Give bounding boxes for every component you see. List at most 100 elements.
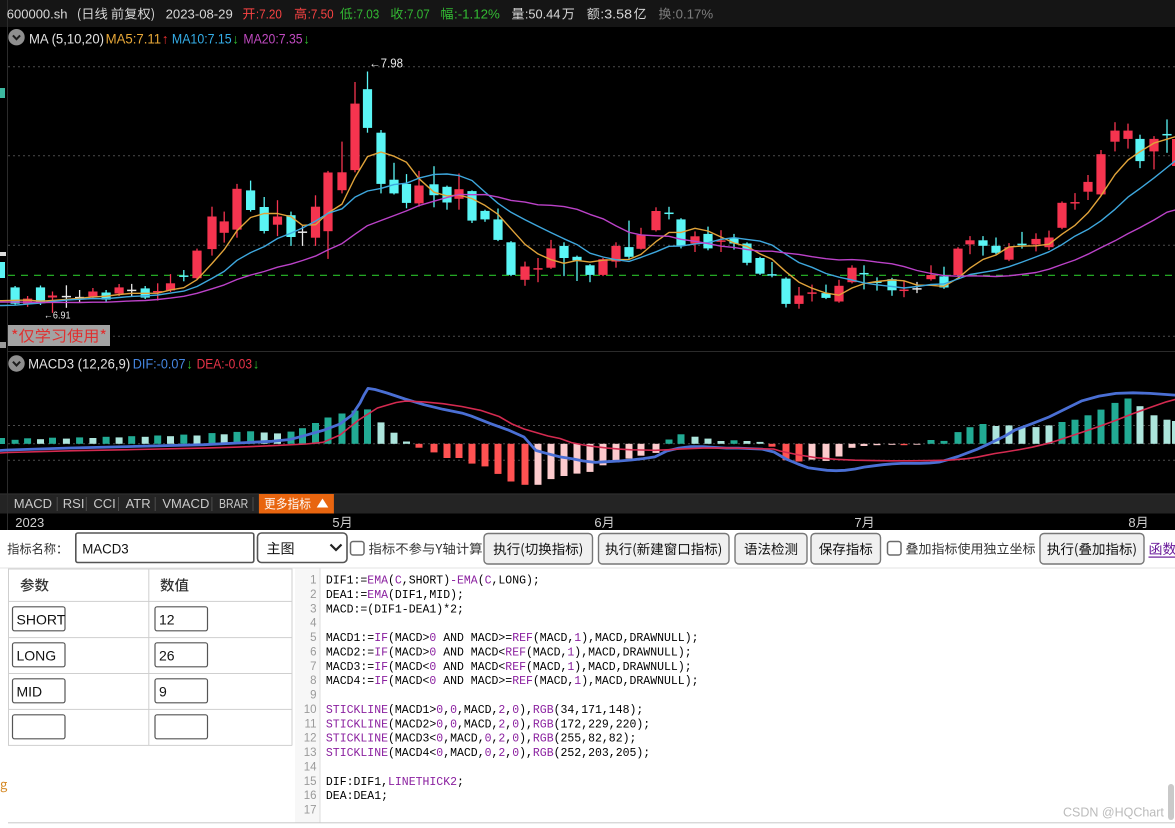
svg-text:AND MACD>=: AND MACD>=: [436, 675, 512, 688]
svg-text:MACD: MACD: [14, 496, 52, 511]
svg-text:14: 14: [304, 761, 317, 773]
svg-text:(252,203,205);: (252,203,205);: [554, 747, 651, 760]
svg-text:IF: IF: [374, 675, 388, 688]
svg-text:,: ,: [505, 718, 512, 731]
svg-text:12: 12: [304, 733, 317, 745]
svg-text:),: ),: [519, 718, 533, 731]
svg-text:9: 9: [159, 683, 167, 699]
svg-text:MACD1:=: MACD1:=: [326, 632, 374, 645]
svg-text:,: ,: [492, 747, 499, 760]
svg-text:13: 13: [304, 747, 317, 759]
svg-text:8: 8: [310, 675, 316, 687]
svg-text::7.20: :7.20: [256, 7, 282, 22]
svg-text:12: 12: [159, 611, 175, 627]
svg-text:2023-08-29: 2023-08-29: [166, 7, 233, 22]
svg-text:↓: ↓: [303, 32, 310, 47]
svg-text:,: ,: [505, 704, 512, 717]
svg-text::50.44: :50.44: [525, 7, 561, 22]
svg-text:(MACD1>: (MACD1>: [388, 704, 436, 717]
svg-text:IF: IF: [374, 632, 388, 645]
svg-text:LONG: LONG: [17, 647, 57, 663]
svg-text:(MACD<: (MACD<: [388, 675, 430, 688]
svg-text:DIF:DIF1,: DIF:DIF1,: [326, 776, 388, 789]
svg-text:REF: REF: [512, 675, 533, 688]
svg-text:MA (5,10,20): MA (5,10,20): [29, 32, 104, 47]
svg-text:6: 6: [310, 646, 316, 658]
svg-text:RGB: RGB: [533, 718, 554, 731]
svg-text:(: (: [388, 575, 395, 588]
svg-text:MACD2:=: MACD2:=: [326, 646, 374, 659]
svg-text:(MACD<: (MACD<: [388, 661, 430, 674]
svg-text:4: 4: [310, 618, 317, 630]
svg-text:MID: MID: [17, 683, 43, 699]
svg-text:MA5:7.11: MA5:7.11: [106, 32, 162, 47]
svg-text:↓: ↓: [232, 32, 239, 47]
svg-text:,MACD,: ,MACD,: [457, 704, 498, 717]
svg-text:STICKLINE: STICKLINE: [326, 718, 388, 731]
svg-text:15: 15: [304, 776, 317, 788]
svg-text:5: 5: [310, 632, 316, 644]
svg-text::-1.12%: :-1.12%: [454, 7, 500, 22]
svg-text:(MACD,: (MACD,: [526, 646, 567, 659]
svg-text:BRAR: BRAR: [219, 496, 248, 511]
svg-text:IF: IF: [374, 646, 388, 659]
svg-text:(34,171,148);: (34,171,148);: [554, 704, 644, 717]
svg-text:(172,229,220);: (172,229,220);: [554, 718, 651, 731]
svg-text:8: 8: [1128, 515, 1135, 530]
svg-text:,: ,: [505, 747, 512, 760]
svg-text:LINETHICK2: LINETHICK2: [388, 776, 457, 789]
svg-text:6: 6: [594, 515, 601, 530]
svg-text::3.58: :3.58: [600, 7, 632, 22]
svg-text:(MACD3<: (MACD3<: [388, 733, 436, 746]
svg-text:MACD3:=: MACD3:=: [326, 661, 374, 674]
svg-text:),: ),: [519, 733, 533, 746]
svg-text:EMA: EMA: [367, 575, 388, 588]
svg-text:11: 11: [305, 718, 317, 730]
svg-text:2: 2: [310, 589, 316, 601]
svg-text:5: 5: [332, 515, 339, 530]
svg-text:(MACD,: (MACD,: [526, 661, 567, 674]
svg-text:;: ;: [457, 776, 464, 789]
svg-text:),MACD,DRAWNULL);: ),MACD,DRAWNULL);: [574, 646, 691, 659]
svg-text:ATR: ATR: [126, 496, 151, 511]
svg-text:STICKLINE: STICKLINE: [326, 747, 388, 760]
svg-text:MA20:7.35: MA20:7.35: [243, 32, 302, 47]
svg-text:STICKLINE: STICKLINE: [326, 704, 388, 717]
svg-text:REF: REF: [512, 632, 533, 645]
svg-text:RGB: RGB: [533, 704, 554, 717]
svg-text:MACD4:=: MACD4:=: [326, 675, 374, 688]
svg-text:(255,82,82);: (255,82,82);: [554, 733, 637, 746]
svg-text:STICKLINE: STICKLINE: [326, 733, 388, 746]
svg-text:AND MACD>=: AND MACD>=: [436, 632, 512, 645]
svg-text:9: 9: [310, 690, 316, 702]
svg-text:,: ,: [443, 704, 450, 717]
svg-text:RGB: RGB: [533, 733, 554, 746]
svg-text:RSI: RSI: [63, 496, 85, 511]
svg-text:2023: 2023: [15, 515, 44, 530]
svg-text:,: ,: [505, 733, 512, 746]
svg-text:),MACD,DRAWNULL);: ),MACD,DRAWNULL);: [581, 675, 698, 688]
svg-text:7: 7: [310, 661, 316, 673]
svg-text:REF: REF: [505, 646, 526, 659]
svg-text:,: ,: [443, 718, 450, 731]
svg-text:IF: IF: [374, 661, 388, 674]
svg-text:MACD3: MACD3: [82, 541, 129, 557]
svg-text:MA10:7.15: MA10:7.15: [172, 32, 232, 47]
svg-text:AND MACD<: AND MACD<: [436, 646, 505, 659]
svg-text:26: 26: [159, 647, 175, 663]
svg-text:DEA1:=: DEA1:=: [326, 589, 368, 602]
svg-text:(MACD>: (MACD>: [388, 632, 430, 645]
svg-text:(MACD,: (MACD,: [533, 675, 574, 688]
svg-text:1: 1: [310, 575, 316, 587]
svg-text:↑: ↑: [162, 32, 169, 47]
svg-text:,SHORT): ,SHORT): [402, 575, 450, 588]
svg-text:(: (: [478, 575, 485, 588]
svg-text:AND MACD<: AND MACD<: [436, 661, 505, 674]
svg-text:,MACD,: ,MACD,: [443, 733, 484, 746]
svg-text:),: ),: [519, 747, 533, 760]
svg-text::7.03: :7.03: [353, 7, 379, 22]
svg-text:16: 16: [304, 790, 317, 802]
svg-text:CSDN @HQChart: CSDN @HQChart: [1063, 806, 1164, 820]
svg-text:CCI: CCI: [93, 496, 115, 511]
svg-text:),MACD,DRAWNULL);: ),MACD,DRAWNULL);: [581, 632, 698, 645]
